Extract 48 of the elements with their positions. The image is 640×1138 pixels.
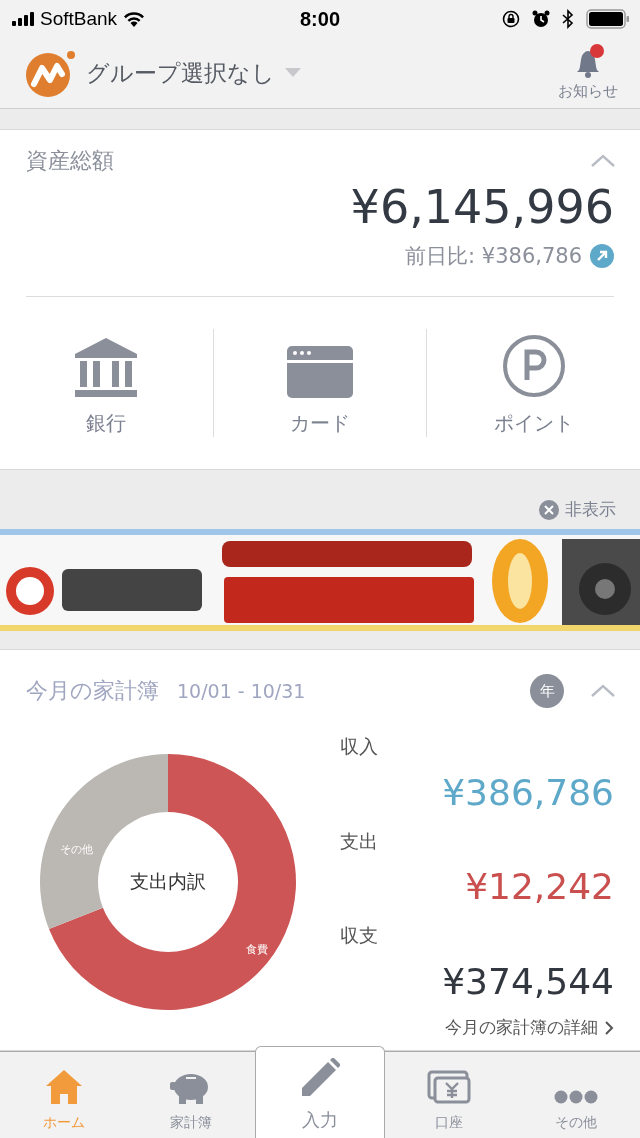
bluetooth-icon: [562, 9, 574, 29]
tab-button[interactable]: その他: [512, 1052, 640, 1138]
pencil-icon: [300, 1058, 340, 1098]
signal-icon: [12, 12, 34, 26]
battery-icon: [586, 9, 630, 29]
amount-value: ¥12,242: [464, 866, 614, 910]
row-label: 収入: [340, 734, 379, 759]
close-icon: [539, 499, 559, 520]
wifi-icon: [123, 11, 146, 27]
day-change-text: 前日比: ¥386,786: [405, 243, 582, 270]
tab-button[interactable]: 口座: [384, 1052, 513, 1138]
amount-value: ¥386,786: [441, 771, 614, 815]
slice-label: 食費: [246, 942, 268, 957]
notifications-button[interactable]: お知らせ: [558, 45, 618, 101]
bank-icon: [74, 338, 139, 398]
slice-label: その他: [60, 842, 93, 857]
detail-link[interactable]: 今月の家計簿の詳細: [445, 1016, 614, 1039]
tab-button[interactable]: 入力: [255, 1046, 385, 1138]
carrier-name: SoftBank: [40, 8, 118, 30]
section-title: 今月の家計簿: [26, 677, 159, 705]
clock-time: 8:00: [300, 7, 340, 31]
category-button[interactable]: 銀行: [0, 329, 213, 437]
chart-center-label: 支出内訳: [130, 869, 206, 894]
tab-button[interactable]: 家計簿: [127, 1052, 256, 1138]
hide-ad-button[interactable]: 非表示: [539, 498, 616, 521]
point-icon: [501, 334, 566, 398]
card-icon: [287, 346, 353, 398]
home-icon: [45, 1070, 82, 1104]
caret-icon: [285, 68, 301, 78]
group-selector[interactable]: グループ選択なし: [86, 57, 548, 89]
row-label: 収支: [340, 923, 379, 949]
chevron-icon[interactable]: [590, 154, 616, 168]
category-button[interactable]: ポイント: [426, 329, 640, 437]
section-title: 資産総額: [26, 147, 114, 175]
total-amount: ¥6,145,996: [349, 180, 614, 234]
app-logo-icon: [26, 48, 76, 98]
year-button[interactable]: 年: [530, 674, 564, 708]
rotation-lock-icon: [502, 10, 520, 28]
amount-value: ¥374,544: [441, 961, 614, 1005]
tab-button[interactable]: ホーム: [0, 1052, 128, 1138]
chevron-icon[interactable]: [590, 684, 616, 698]
banknote-icon: [426, 1070, 471, 1104]
date-range: 10/01 - 10/31: [177, 680, 306, 702]
alarm-icon: [532, 10, 550, 28]
category-button[interactable]: カード: [212, 329, 427, 437]
row-label: 支出: [340, 828, 379, 854]
chevron-right-icon: [604, 1019, 614, 1036]
more-icon: [554, 1090, 599, 1104]
